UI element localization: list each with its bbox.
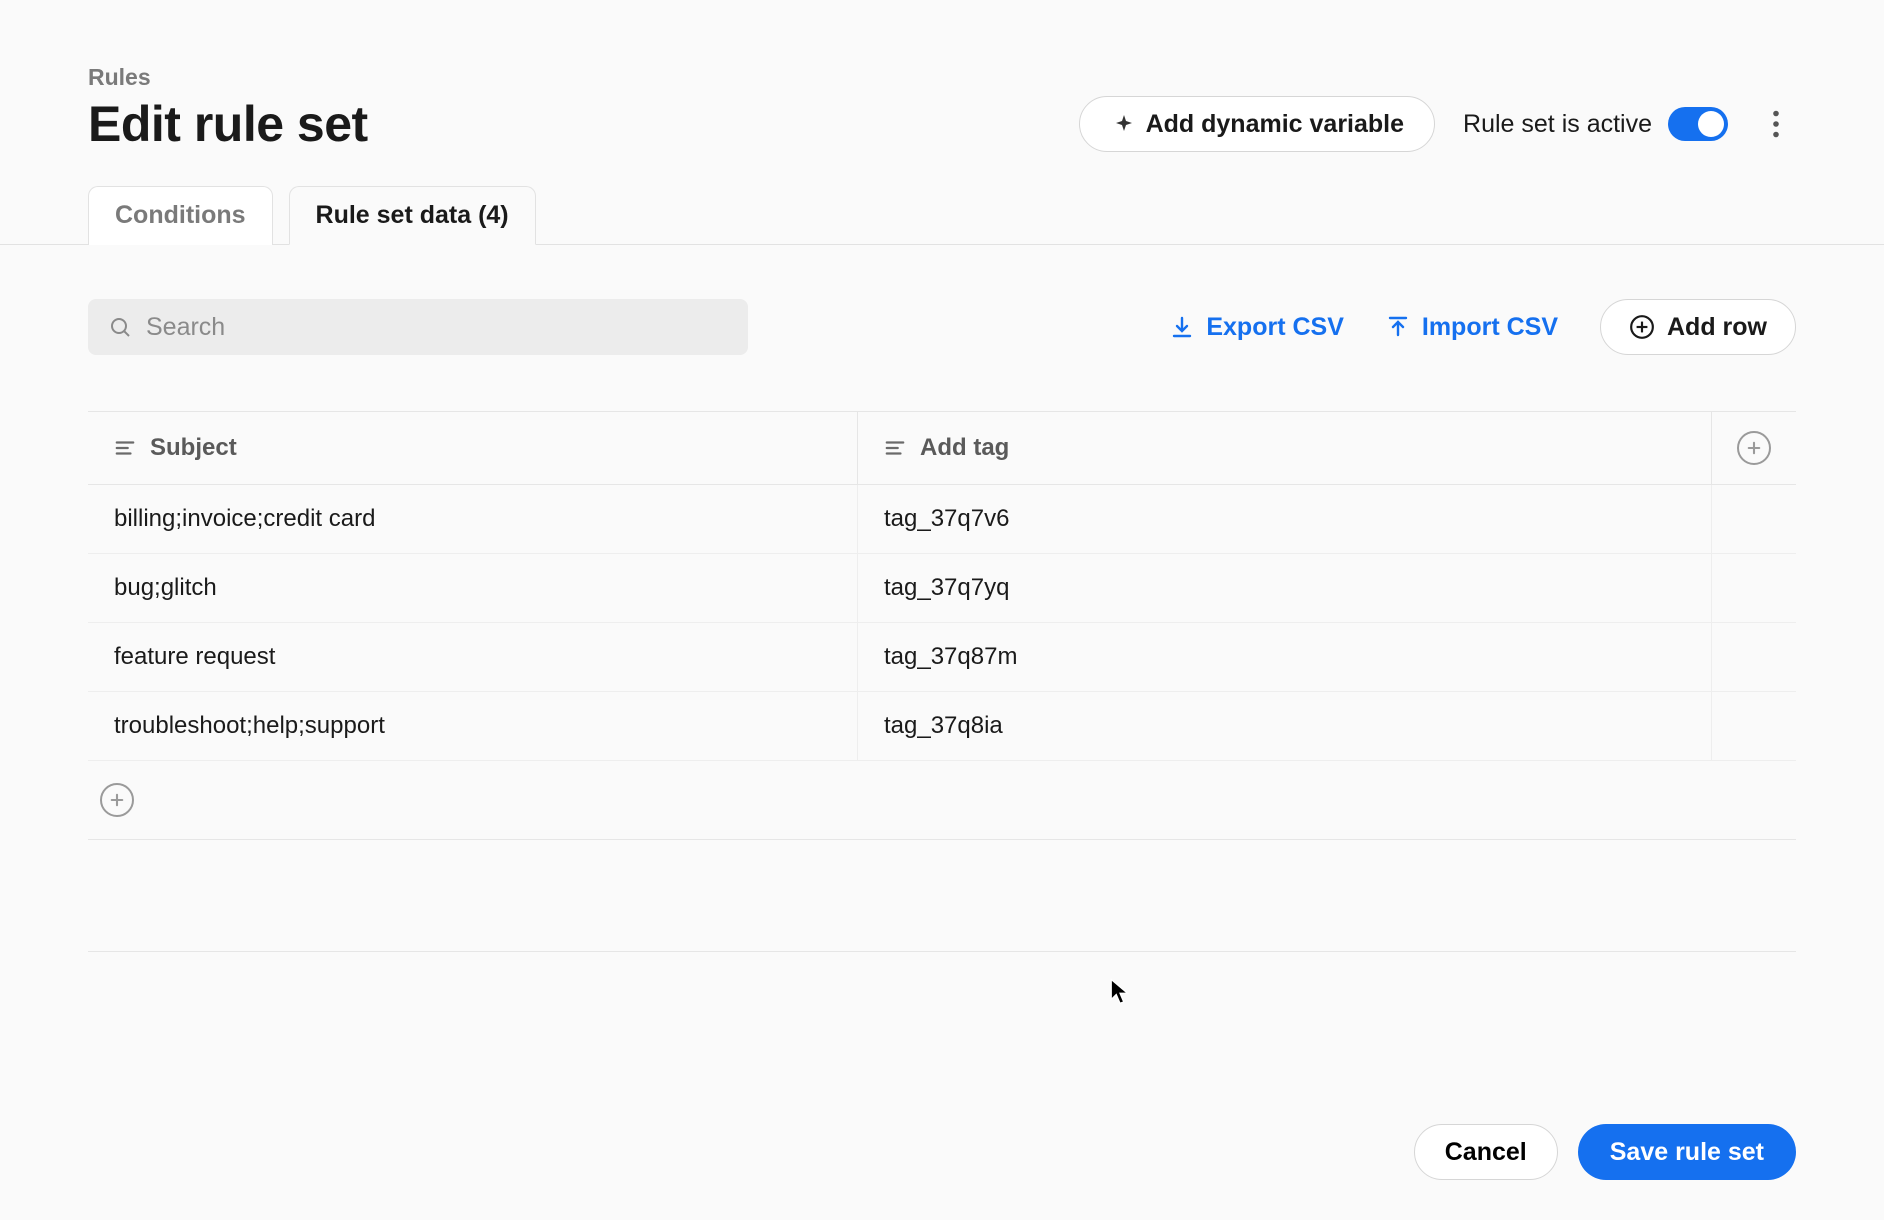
export-csv-button[interactable]: Export CSV: [1170, 313, 1344, 342]
breadcrumb[interactable]: Rules: [88, 64, 1796, 91]
sparkle-icon: [1110, 112, 1134, 136]
cell-tag[interactable]: tag_37q8ia: [858, 692, 1712, 760]
toggle-knob: [1698, 111, 1724, 137]
cell-subject[interactable]: feature request: [88, 623, 858, 691]
cell-tag[interactable]: tag_37q7v6: [858, 485, 1712, 553]
toolbar-right: Export CSV Import CSV Add row: [1170, 299, 1796, 355]
add-dynamic-variable-button[interactable]: Add dynamic variable: [1079, 96, 1435, 152]
column-subject-label: Subject: [150, 434, 237, 462]
export-csv-label: Export CSV: [1206, 313, 1344, 342]
table-spacer: [88, 840, 1796, 952]
text-align-icon: [114, 437, 136, 459]
cell-spacer: [1712, 692, 1796, 760]
search-input[interactable]: [146, 313, 728, 342]
column-tag-label: Add tag: [920, 434, 1009, 462]
cancel-button[interactable]: Cancel: [1414, 1124, 1558, 1180]
download-icon: [1170, 315, 1194, 339]
table-body: billing;invoice;credit cardtag_37q7v6bug…: [88, 485, 1796, 761]
table-row[interactable]: billing;invoice;credit cardtag_37q7v6: [88, 485, 1796, 554]
table-row[interactable]: troubleshoot;help;supporttag_37q8ia: [88, 692, 1796, 761]
import-csv-button[interactable]: Import CSV: [1386, 313, 1558, 342]
rules-table: Subject Add tag billing;invoice;credit c…: [88, 411, 1796, 952]
page-title: Edit rule set: [88, 95, 368, 153]
text-align-icon: [884, 437, 906, 459]
search-field-wrap[interactable]: [88, 299, 748, 355]
plus-icon: [108, 791, 126, 809]
cell-tag[interactable]: tag_37q87m: [858, 623, 1712, 691]
import-csv-label: Import CSV: [1422, 313, 1558, 342]
upload-icon: [1386, 315, 1410, 339]
cell-spacer: [1712, 554, 1796, 622]
active-toggle-label: Rule set is active: [1463, 110, 1652, 139]
kebab-icon: [1772, 110, 1780, 138]
cell-spacer: [1712, 623, 1796, 691]
active-toggle-group: Rule set is active: [1463, 107, 1728, 141]
table-row[interactable]: feature requesttag_37q87m: [88, 623, 1796, 692]
column-header-tag[interactable]: Add tag: [858, 412, 1712, 484]
cell-subject[interactable]: billing;invoice;credit card: [88, 485, 858, 553]
page-header: Edit rule set Add dynamic variable Rule …: [88, 95, 1796, 153]
table-row[interactable]: bug;glitchtag_37q7yq: [88, 554, 1796, 623]
save-rule-set-button[interactable]: Save rule set: [1578, 1124, 1796, 1180]
add-row-label: Add row: [1667, 313, 1767, 342]
add-row-button[interactable]: Add row: [1600, 299, 1796, 355]
tab-conditions[interactable]: Conditions: [88, 186, 273, 245]
table-header: Subject Add tag: [88, 412, 1796, 485]
column-header-subject[interactable]: Subject: [88, 412, 858, 484]
add-row-inline-button[interactable]: [100, 783, 134, 817]
toolbar: Export CSV Import CSV Add row: [88, 299, 1796, 355]
cell-spacer: [1712, 485, 1796, 553]
add-column-button[interactable]: [1737, 431, 1771, 465]
tabs: Conditions Rule set data (4): [0, 185, 1884, 245]
add-dynamic-variable-label: Add dynamic variable: [1146, 110, 1404, 139]
plus-icon: [1745, 439, 1763, 457]
tab-rule-set-data[interactable]: Rule set data (4): [289, 186, 536, 245]
footer-actions: Cancel Save rule set: [88, 1094, 1796, 1180]
add-row-bar: [88, 761, 1796, 840]
active-toggle[interactable]: [1668, 107, 1728, 141]
cell-tag[interactable]: tag_37q7yq: [858, 554, 1712, 622]
search-icon: [108, 315, 132, 339]
more-menu-button[interactable]: [1756, 104, 1796, 144]
cell-subject[interactable]: troubleshoot;help;support: [88, 692, 858, 760]
header-actions: Add dynamic variable Rule set is active: [1079, 96, 1796, 152]
cell-subject[interactable]: bug;glitch: [88, 554, 858, 622]
add-column-cell: [1712, 431, 1796, 465]
plus-circle-icon: [1629, 314, 1655, 340]
